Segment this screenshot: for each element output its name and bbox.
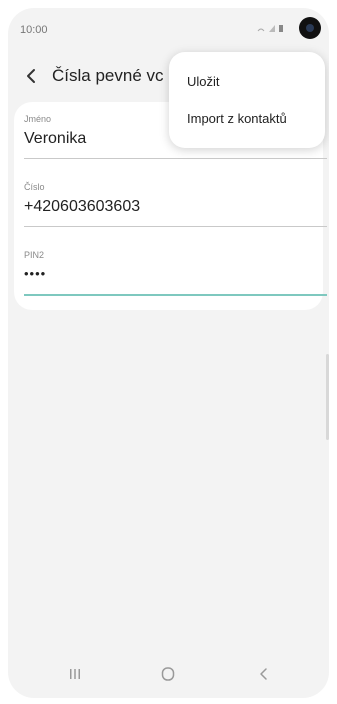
menu-item-import-contacts[interactable]: Import z kontaktů bbox=[187, 111, 287, 126]
recents-icon[interactable] bbox=[63, 664, 87, 684]
number-label: Číslo bbox=[24, 182, 45, 192]
number-field[interactable]: Číslo +420603603603 bbox=[24, 182, 327, 227]
overflow-menu: Uložit Import z kontaktů bbox=[169, 52, 325, 148]
pin2-label: PIN2 bbox=[24, 250, 45, 260]
number-value[interactable]: +420603603603 bbox=[24, 198, 327, 218]
screen: 10:00 Čísla pevné vc Jméno Veronika Čísl… bbox=[8, 8, 329, 698]
phone-frame: 10:00 Čísla pevné vc Jméno Veronika Čísl… bbox=[0, 0, 337, 704]
pin2-underline bbox=[24, 294, 327, 296]
status-bar: 10:00 bbox=[8, 8, 329, 48]
pin2-field[interactable]: PIN2 •••• bbox=[24, 250, 327, 296]
home-icon[interactable] bbox=[156, 664, 180, 684]
status-time: 10:00 bbox=[20, 24, 48, 36]
menu-item-save[interactable]: Uložit bbox=[187, 74, 220, 89]
name-underline bbox=[24, 158, 327, 159]
page-title: Čísla pevné vc bbox=[52, 66, 164, 85]
chevron-left-icon[interactable] bbox=[22, 66, 42, 86]
camera-cutout bbox=[299, 17, 321, 39]
signal-icon bbox=[257, 25, 283, 32]
pin2-value[interactable]: •••• bbox=[24, 266, 327, 286]
number-underline bbox=[24, 226, 327, 227]
scrollbar[interactable] bbox=[326, 354, 329, 440]
status-icons bbox=[257, 23, 287, 36]
navigation-bar bbox=[8, 652, 329, 698]
back-icon[interactable] bbox=[252, 664, 276, 684]
